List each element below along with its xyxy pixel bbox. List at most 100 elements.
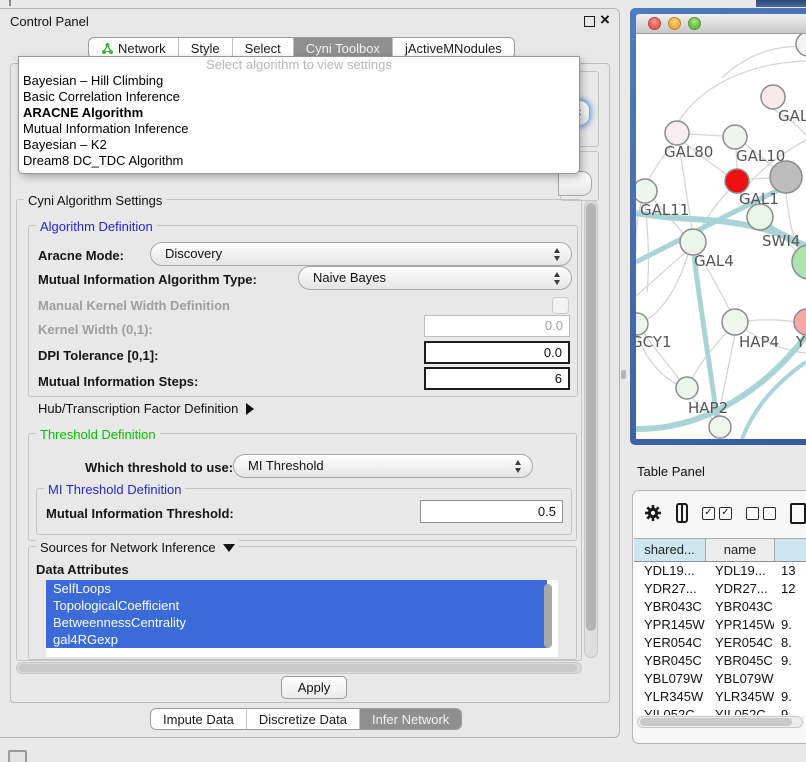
table-toolbar: ✓✓ xyxy=(644,501,806,525)
list-item-selfloops[interactable]: SelfLoops xyxy=(46,580,547,597)
zoom-traffic-light-icon[interactable] xyxy=(688,17,701,30)
node-bottom[interactable] xyxy=(709,416,731,438)
document-icon[interactable] xyxy=(790,503,806,524)
table-row[interactable]: YPR145W YPR145W 9. xyxy=(634,616,806,634)
table-row[interactable]: YLR345W YLR345W 9. xyxy=(634,688,806,706)
close-traffic-light-icon[interactable] xyxy=(648,17,661,30)
svg-text:GAL1: GAL1 xyxy=(739,190,779,208)
algorithm-option-bayesian-hill-climbing[interactable]: Bayesian – Hill Climbing xyxy=(19,73,579,89)
table-row[interactable]: YDR27... YDR27... 12 xyxy=(634,580,806,598)
tab-discretize-data[interactable]: Discretize Data xyxy=(246,709,359,729)
node-gray[interactable] xyxy=(770,161,802,193)
node-big-green[interactable] xyxy=(792,245,806,279)
table-row[interactable]: YER054C YER054C 8. xyxy=(634,634,806,652)
mi-threshold-label: Mutual Information Threshold: xyxy=(46,506,234,521)
table-panel-title: Table Panel xyxy=(637,464,705,479)
chevron-right-icon xyxy=(246,403,254,415)
node[interactable] xyxy=(796,34,806,56)
node-gcy1[interactable] xyxy=(636,313,648,335)
aracne-mode-label: Aracne Mode: xyxy=(38,248,124,263)
spinner-arrows-icon xyxy=(554,272,560,285)
svg-text:HAP2: HAP2 xyxy=(688,399,728,417)
float-window-icon[interactable] xyxy=(584,16,595,27)
table-row[interactable]: YIL052C YIL052C 9 xyxy=(634,706,806,715)
sources-expander[interactable]: Sources for Network Inference xyxy=(36,540,239,555)
column-header-name[interactable]: name xyxy=(705,539,774,561)
mi-type-combo[interactable]: Naive Bayes xyxy=(298,266,572,290)
svg-text:SWI4: SWI4 xyxy=(762,232,800,250)
mi-type-value: Naive Bayes xyxy=(299,267,571,289)
aracne-mode-combo[interactable]: Discovery xyxy=(150,242,572,266)
mi-threshold-field[interactable]: 0.5 xyxy=(420,500,563,523)
network-node-labels: GAL GAL80 GAL10 GAL1 GAL11 SWI4 GAL4 GCY… xyxy=(636,107,806,417)
deselect-columns-icon[interactable] xyxy=(746,507,776,520)
node-hap2[interactable] xyxy=(676,377,698,399)
algorithm-option-aracne[interactable]: ARACNE Algorithm xyxy=(19,105,579,121)
hidden-combo-fragment xyxy=(558,171,592,196)
kernel-width-field: 0.0 xyxy=(424,315,570,337)
column-header-cut[interactable] xyxy=(774,539,806,561)
settings-horizontal-scrollbar-thumb[interactable] xyxy=(19,664,577,672)
which-threshold-combo[interactable]: MI Threshold xyxy=(233,454,533,478)
settings-vertical-scrollbar-thumb[interactable] xyxy=(586,203,596,631)
attributes-list-scrollbar-thumb[interactable] xyxy=(544,584,552,648)
tab-infer-network[interactable]: Infer Network xyxy=(359,709,461,729)
table-horizontal-scrollbar-thumb[interactable] xyxy=(640,718,792,726)
select-all-columns-icon[interactable]: ✓✓ xyxy=(702,507,732,520)
tab-style[interactable]: Style xyxy=(178,38,232,58)
tab-network[interactable]: Network xyxy=(89,38,178,58)
manual-kernel-checkbox xyxy=(552,297,569,314)
close-window-icon[interactable]: × xyxy=(600,10,610,30)
table-row[interactable]: YBL079W YBL079W xyxy=(634,670,806,688)
list-item-gal4rgexp[interactable]: gal4RGexp xyxy=(46,631,547,648)
algorithm-dropdown-popup: Select algorithm to view settings Bayesi… xyxy=(18,56,580,174)
bottom-tabs: Impute Data Discretize Data Infer Networ… xyxy=(150,708,462,730)
svg-text:Y: Y xyxy=(795,333,806,351)
table-row[interactable]: YBR045C YBR045C 9. xyxy=(634,652,806,670)
settings-horizontal-scrollbar[interactable] xyxy=(16,662,582,674)
node-gal11[interactable] xyxy=(636,179,657,203)
column-layout-icon[interactable] xyxy=(676,503,688,523)
algorithm-definition-title: Algorithm Definition xyxy=(36,219,157,234)
dpi-tolerance-field[interactable]: 0.0 xyxy=(424,341,570,364)
svg-text:GAL10: GAL10 xyxy=(736,147,785,165)
algorithm-option-dream8[interactable]: Dream8 DC_TDC Algorithm xyxy=(19,153,579,169)
panel-divider-handle[interactable] xyxy=(621,370,626,379)
aracne-mode-value: Discovery xyxy=(151,243,571,265)
node-salmon[interactable] xyxy=(794,309,806,335)
table-horizontal-scrollbar[interactable] xyxy=(637,716,803,728)
tab-select[interactable]: Select xyxy=(232,38,293,58)
node-gal10[interactable] xyxy=(723,125,747,149)
which-threshold-value: MI Threshold xyxy=(234,455,532,477)
settings-vertical-scrollbar[interactable] xyxy=(584,200,598,658)
algorithm-option-bayesian-k2[interactable]: Bayesian – K2 xyxy=(19,137,579,153)
tab-jactivemnodules[interactable]: jActiveMNodules xyxy=(392,38,514,58)
minimized-window-icon[interactable] xyxy=(8,750,27,762)
window-title: Control Panel xyxy=(10,14,89,29)
column-header-shared-name[interactable]: shared... xyxy=(634,539,705,561)
chevron-down-icon xyxy=(223,544,235,552)
svg-text:GCY1: GCY1 xyxy=(636,333,672,351)
mi-type-label: Mutual Information Algorithm Type: xyxy=(38,272,257,287)
table-row[interactable]: YBR043C YBR043C xyxy=(634,598,806,616)
node-hap4[interactable] xyxy=(722,309,748,335)
table-row[interactable]: YDL19... YDL19... 13 xyxy=(634,562,806,580)
hub-definition-expander[interactable]: Hub/Transcription Factor Definition xyxy=(38,401,254,416)
mi-steps-field[interactable]: 6 xyxy=(424,367,570,390)
list-item-betweennesscentrality[interactable]: BetweennessCentrality xyxy=(46,614,547,631)
tab-impute-data[interactable]: Impute Data xyxy=(151,709,246,729)
dpi-tolerance-label: DPI Tolerance [0,1]: xyxy=(38,348,158,363)
mi-steps-label: Mutual Information Steps: xyxy=(38,374,198,389)
network-canvas[interactable]: GAL GAL80 GAL10 GAL1 GAL11 SWI4 GAL4 GCY… xyxy=(636,34,806,439)
tab-cyni-toolbox[interactable]: Cyni Toolbox xyxy=(293,38,392,58)
gear-icon[interactable] xyxy=(644,504,662,522)
algorithm-option-mutual-information[interactable]: Mutual Information Inference xyxy=(19,121,579,137)
node-gal-top[interactable] xyxy=(761,85,785,109)
minimize-traffic-light-icon[interactable] xyxy=(668,17,681,30)
node-gal80[interactable] xyxy=(665,121,689,145)
list-item-topologicalcoefficient[interactable]: TopologicalCoefficient xyxy=(46,597,547,614)
algorithm-option-basic-correlation[interactable]: Basic Correlation Inference xyxy=(19,89,579,105)
network-window-titlebar[interactable] xyxy=(636,14,806,34)
apply-button[interactable]: Apply xyxy=(281,676,347,699)
table-body: YDL19... YDL19... 13 YDR27... YDR27... 1… xyxy=(634,562,806,715)
